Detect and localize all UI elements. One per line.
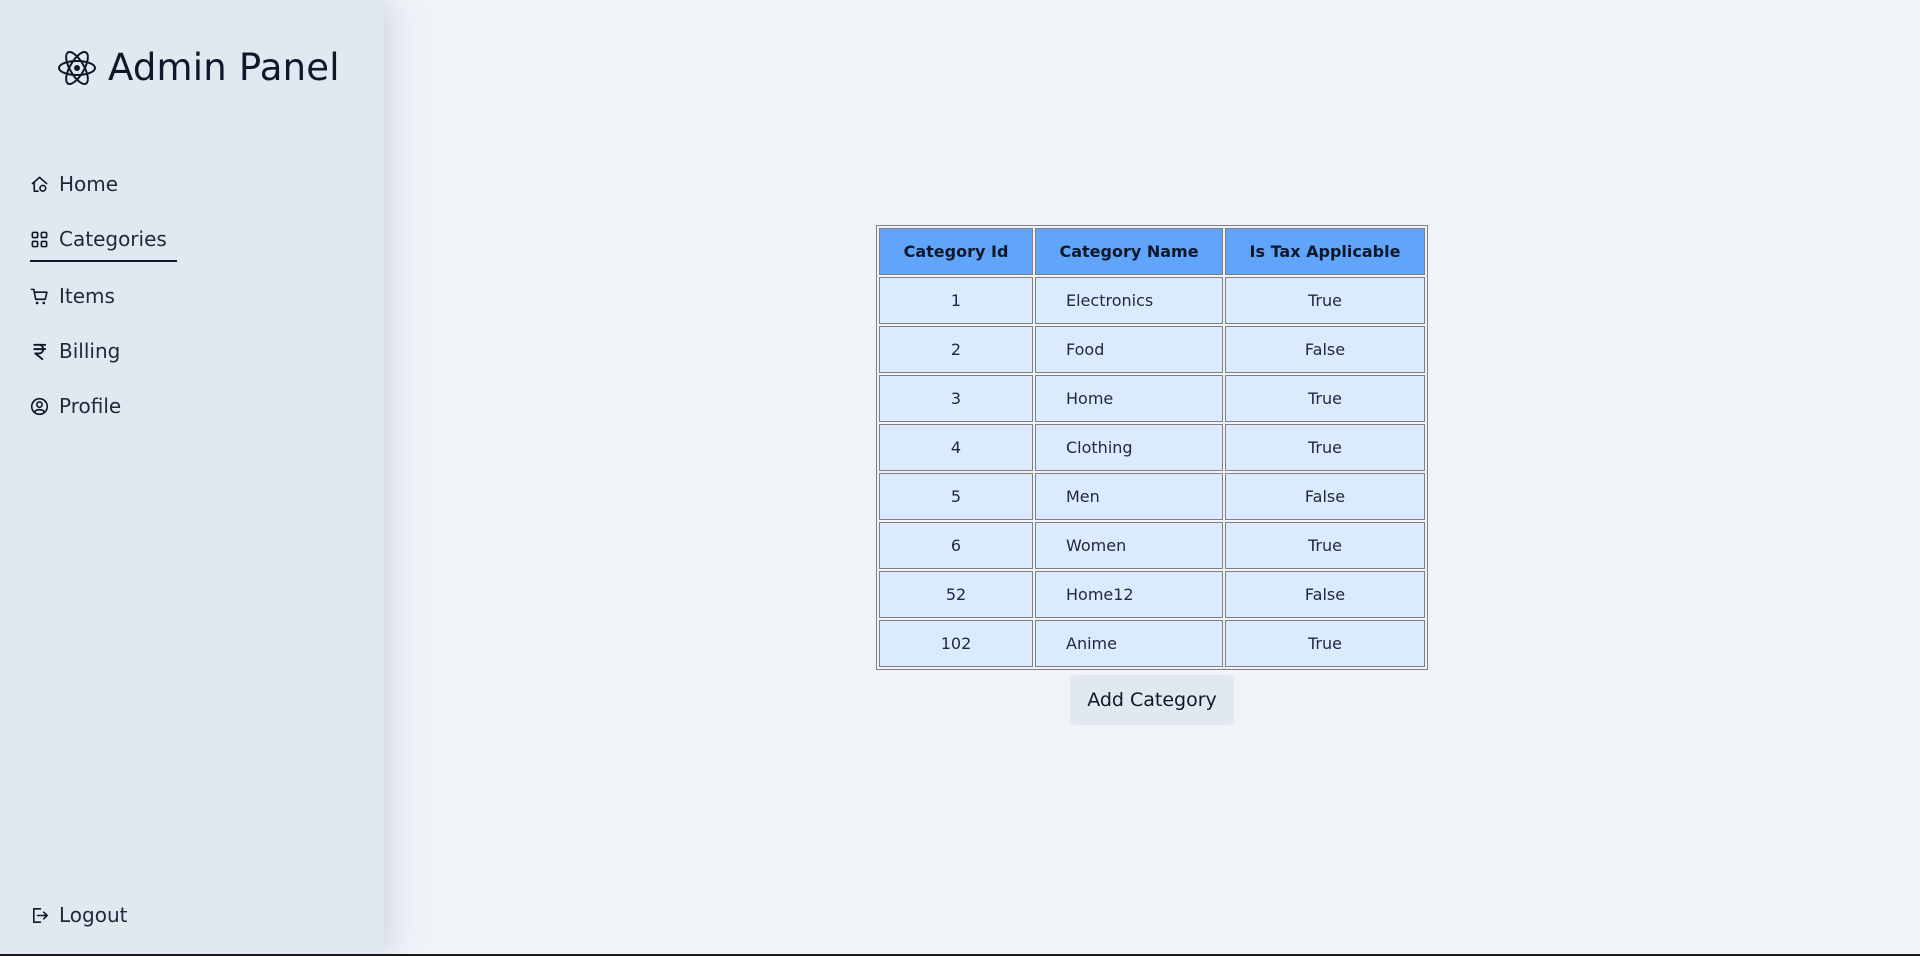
rupee-icon — [33, 343, 47, 360]
cell-is-tax-applicable: False — [1225, 571, 1425, 618]
cell-is-tax-applicable: False — [1225, 326, 1425, 373]
table-row[interactable]: 102 Anime True — [879, 620, 1425, 667]
sidebar-item-items[interactable]: Items — [30, 281, 115, 311]
sidebar-item-label: Categories — [59, 227, 167, 251]
sidebar-item-profile[interactable]: Profile — [30, 391, 121, 421]
cell-category-id: 6 — [879, 522, 1033, 569]
sidebar-item-label: Logout — [59, 903, 128, 927]
sidebar-item-label: Home — [59, 172, 119, 196]
sidebar-item-label: Items — [59, 284, 115, 308]
table-row[interactable]: 52 Home12 False — [879, 571, 1425, 618]
cell-category-name: Home12 — [1035, 571, 1223, 618]
sidebar-item-home[interactable]: Home — [30, 169, 118, 199]
cell-is-tax-applicable: False — [1225, 473, 1425, 520]
brand-title: Admin Panel — [108, 46, 340, 89]
cell-category-name: Electronics — [1035, 277, 1223, 324]
logout-icon — [32, 907, 48, 923]
home-icon — [31, 176, 48, 192]
cell-category-id: 1 — [879, 277, 1033, 324]
column-header-category-id[interactable]: Category Id — [879, 228, 1033, 275]
cell-is-tax-applicable: True — [1225, 424, 1425, 471]
sidebar: Admin Panel Home Categories Items Billin… — [0, 0, 384, 954]
user-circle-icon — [30, 397, 49, 415]
categories-table-container: Category Id Category Name Is Tax Applica… — [876, 225, 1428, 670]
cell-category-name: Men — [1035, 473, 1223, 520]
table-row[interactable]: 4 Clothing True — [879, 424, 1425, 471]
cell-is-tax-applicable: True — [1225, 277, 1425, 324]
cell-category-id: 102 — [879, 620, 1033, 667]
table-row[interactable]: 2 Food False — [879, 326, 1425, 373]
cell-is-tax-applicable: True — [1225, 375, 1425, 422]
table-row[interactable]: 3 Home True — [879, 375, 1425, 422]
column-header-category-name[interactable]: Category Name — [1035, 228, 1223, 275]
grid-icon — [31, 231, 48, 247]
table-header-row: Category Id Category Name Is Tax Applica… — [879, 228, 1425, 275]
cell-category-name: Women — [1035, 522, 1223, 569]
cell-category-name: Food — [1035, 326, 1223, 373]
add-category-button[interactable]: Add Category — [1070, 675, 1234, 725]
cell-is-tax-applicable: True — [1225, 522, 1425, 569]
cell-category-name: Home — [1035, 375, 1223, 422]
brand[interactable]: Admin Panel — [56, 46, 340, 89]
cart-icon — [30, 288, 48, 304]
react-atom-icon — [58, 50, 96, 85]
cell-category-id: 52 — [879, 571, 1033, 618]
table-row[interactable]: 1 Electronics True — [879, 277, 1425, 324]
cell-category-id: 3 — [879, 375, 1033, 422]
cell-category-id: 4 — [879, 424, 1033, 471]
sidebar-item-categories[interactable]: Categories — [30, 224, 177, 262]
sidebar-item-label: Profile — [59, 394, 122, 418]
cell-category-id: 5 — [879, 473, 1033, 520]
cell-category-name: Clothing — [1035, 424, 1223, 471]
cell-is-tax-applicable: True — [1225, 620, 1425, 667]
cell-category-id: 2 — [879, 326, 1033, 373]
categories-table: Category Id Category Name Is Tax Applica… — [876, 225, 1428, 670]
sidebar-item-billing[interactable]: Billing — [30, 336, 120, 366]
sidebar-item-logout[interactable]: Logout — [30, 900, 127, 930]
table-row[interactable]: 5 Men False — [879, 473, 1425, 520]
column-header-is-tax-applicable[interactable]: Is Tax Applicable — [1225, 228, 1425, 275]
sidebar-item-label: Billing — [59, 339, 121, 363]
cell-category-name: Anime — [1035, 620, 1223, 667]
table-row[interactable]: 6 Women True — [879, 522, 1425, 569]
